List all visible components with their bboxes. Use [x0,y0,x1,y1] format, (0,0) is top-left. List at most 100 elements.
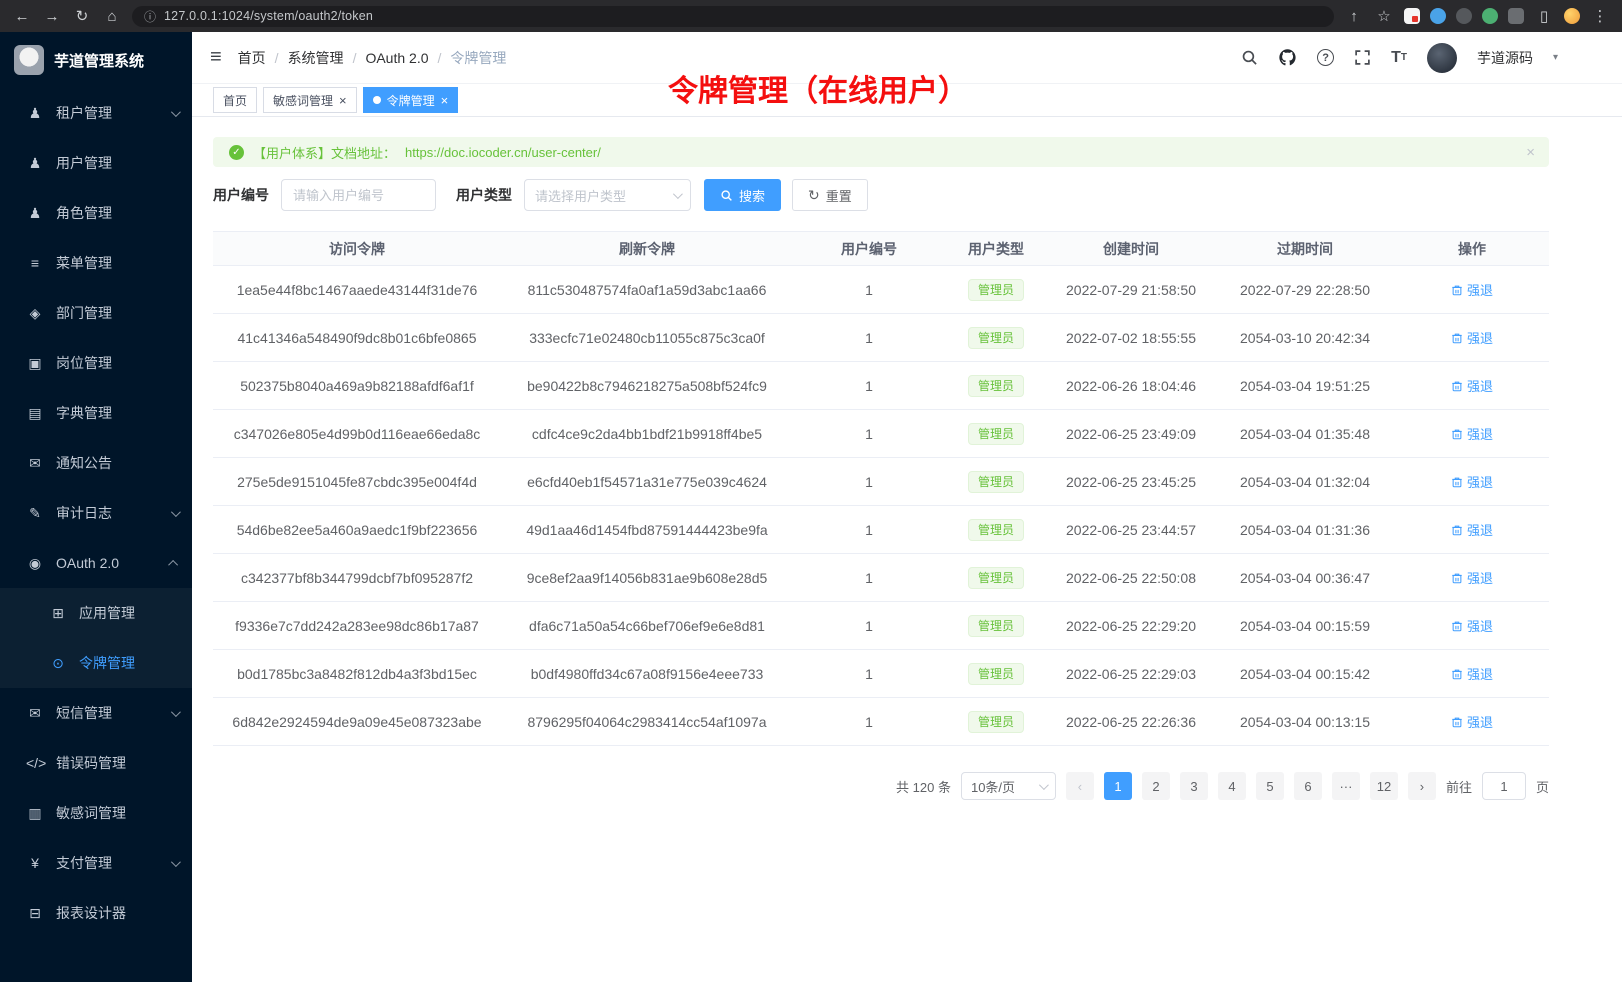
browser-profile-avatar[interactable] [1564,8,1580,24]
user-name[interactable]: 芋道源码 [1477,48,1533,68]
create-time-cell: 2022-06-25 22:50:08 [1047,554,1215,602]
force-logout-label: 强退 [1467,520,1493,539]
extension-icon-dark[interactable] [1456,8,1472,24]
sidebar-item-post[interactable]: ▣岗位管理 [0,338,192,388]
sidebar-item-sensitive-word[interactable]: ▥敏感词管理 [0,788,192,838]
sidebar-item-user[interactable]: ♟用户管理 [0,138,192,188]
force-logout-button[interactable]: 强退 [1451,664,1493,683]
user-type-cell: 管理员 [945,554,1047,602]
page-button-6[interactable]: 6 [1294,772,1322,800]
sidebar-item-error-code[interactable]: </>错误码管理 [0,738,192,788]
alert-doc-link[interactable]: https://doc.iocoder.cn/user-center/ [405,145,601,160]
table-row: c347026e805e4d99b0d116eae66eda8ccdfc4ce9… [213,410,1549,458]
breadcrumb-item[interactable]: 系统管理 [288,48,344,68]
browser-menu-icon[interactable]: ⋮ [1590,7,1610,25]
force-logout-button[interactable]: 强退 [1451,472,1493,491]
prev-page-button[interactable]: ‹ [1066,772,1094,800]
font-size-icon[interactable]: TT [1391,49,1407,67]
sidebar-item-app-manage[interactable]: ⊞应用管理 [0,588,192,638]
extensions-puzzle-icon[interactable] [1508,8,1524,24]
page-button-12[interactable]: 12 [1370,772,1398,800]
sidebar-item-dictionary[interactable]: ▤字典管理 [0,388,192,438]
extension-icon-green[interactable] [1482,8,1498,24]
force-logout-button[interactable]: 强退 [1451,616,1493,635]
force-logout-button[interactable]: 强退 [1451,376,1493,395]
expire-time-cell: 2054-03-04 19:51:25 [1215,362,1395,410]
sidebar-item-sms[interactable]: ✉短信管理 [0,688,192,738]
home-icon[interactable]: ⌂ [102,8,122,25]
sidebar-item-department[interactable]: ◈部门管理 [0,288,192,338]
sidebar-item-role[interactable]: ♟角色管理 [0,188,192,238]
user-type-select[interactable]: 请选择用户类型 [524,179,691,211]
page-button-5[interactable]: 5 [1256,772,1284,800]
sidebar-item-payment[interactable]: ¥支付管理 [0,838,192,888]
tab-close-icon[interactable]: × [339,94,347,107]
access-token-cell: b0d1785bc3a8482f812db4a3f3bd15ec [213,650,501,698]
user-menu-caret-icon[interactable]: ▾ [1553,52,1558,63]
bookmark-star-icon[interactable]: ☆ [1374,7,1394,25]
alert-close-icon[interactable]: × [1526,144,1535,161]
sidebar-item-tenant[interactable]: ♟租户管理 [0,88,192,138]
user-id-cell: 1 [793,650,945,698]
user-type-cell: 管理员 [945,266,1047,314]
user-type-badge: 管理员 [968,279,1024,301]
menu-list-icon: ≡ [26,255,44,271]
force-logout-button[interactable]: 强退 [1451,328,1493,347]
app-logo[interactable]: 芋道管理系统 [0,32,192,88]
address-bar[interactable]: ⓘ 127.0.0.1:1024/system/oauth2/token [132,6,1334,27]
sidebar-item-label: 敏感词管理 [56,803,126,823]
breadcrumb-item[interactable]: OAuth 2.0 [365,50,428,66]
app-title: 芋道管理系统 [54,50,144,71]
force-logout-button[interactable]: 强退 [1451,568,1493,587]
tab-令牌管理[interactable]: 令牌管理× [363,87,459,113]
share-icon[interactable]: ↑ [1344,8,1364,25]
extension-icon-blue[interactable] [1430,8,1446,24]
sidebar-item-audit-log[interactable]: ✎审计日志 [0,488,192,538]
sidebar-item-label: 字典管理 [56,403,112,423]
user-id-input[interactable] [281,179,436,211]
next-page-button[interactable]: › [1408,772,1436,800]
fullscreen-icon[interactable] [1354,49,1371,66]
page-button-1[interactable]: 1 [1104,772,1132,800]
sidebar-item-notice[interactable]: ✉通知公告 [0,438,192,488]
sidebar-toggle-icon[interactable]: ≡ [210,46,222,69]
reload-icon[interactable]: ↻ [72,7,92,25]
token-table: 访问令牌刷新令牌用户编号用户类型创建时间过期时间操作 1ea5e44f8bc14… [213,231,1549,746]
search-button[interactable]: 搜索 [704,179,781,211]
page-button-3[interactable]: 3 [1180,772,1208,800]
forward-icon[interactable]: → [42,8,62,25]
refresh-token-cell: b0df4980ffd34c67a08f9156e4eee733 [501,650,793,698]
goto-suffix: 页 [1536,777,1549,796]
expire-time-cell: 2054-03-10 20:42:34 [1215,314,1395,362]
column-header: 用户类型 [945,232,1047,266]
sidebar-item-menu-list[interactable]: ≡菜单管理 [0,238,192,288]
sidebar-item-oauth[interactable]: ◉OAuth 2.0 [0,538,192,588]
search-icon[interactable] [1241,49,1258,66]
force-logout-button[interactable]: 强退 [1451,424,1493,443]
sidebar-item-label: 岗位管理 [56,353,112,373]
force-logout-button[interactable]: 强退 [1451,520,1493,539]
side-panel-icon[interactable]: ▯ [1534,7,1554,25]
force-logout-button[interactable]: 强退 [1451,712,1493,731]
reset-button[interactable]: ↻ 重置 [792,179,868,211]
extension-icon-red[interactable] [1404,8,1420,24]
tab-敏感词管理[interactable]: 敏感词管理× [263,87,357,113]
pagination-total: 共 120 条 [896,777,951,796]
goto-page-input[interactable] [1482,772,1526,800]
breadcrumb-item[interactable]: 首页 [238,48,266,68]
sidebar-item-report-designer[interactable]: ⊟报表设计器 [0,888,192,938]
page-button-4[interactable]: 4 [1218,772,1246,800]
page-button-2[interactable]: 2 [1142,772,1170,800]
github-icon[interactable] [1278,48,1297,67]
help-icon[interactable]: ? [1317,49,1334,66]
user-avatar[interactable] [1427,43,1457,73]
tab-close-icon[interactable]: × [441,94,449,107]
tab-首页[interactable]: 首页 [213,87,257,113]
force-logout-button[interactable]: 强退 [1451,280,1493,299]
pagination-ellipsis[interactable]: ··· [1332,772,1360,800]
user-type-select-placeholder: 请选择用户类型 [535,186,626,205]
site-info-icon[interactable]: ⓘ [144,8,156,25]
page-size-select[interactable]: 10条/页 [961,772,1056,800]
back-icon[interactable]: ← [12,8,32,25]
sidebar-item-token-manage[interactable]: ⊙令牌管理 [0,638,192,688]
